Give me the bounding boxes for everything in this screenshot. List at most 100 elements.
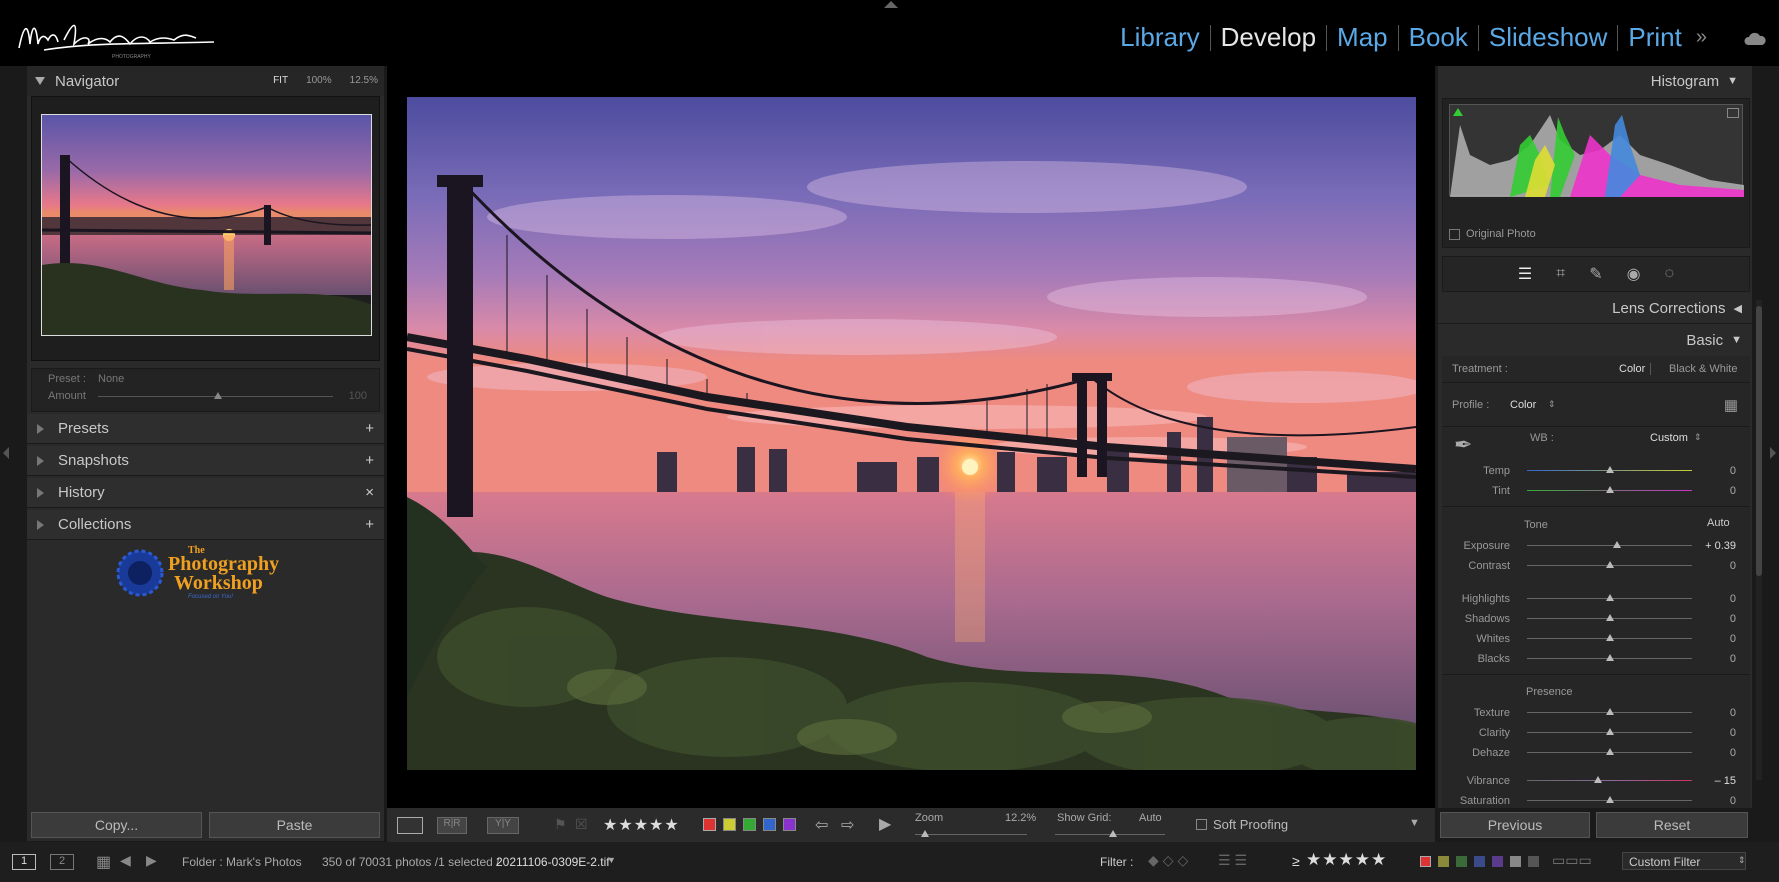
presets-section[interactable]: Presets + [27,414,384,444]
red-eye-icon[interactable]: ◉ [1627,264,1641,284]
window-2-button[interactable]: 2 [50,854,74,870]
basic-header[interactable]: Basic ▼ [1438,325,1752,355]
color-label-red[interactable] [703,818,716,831]
folder-source[interactable]: Folder : Mark's Photos [182,855,302,869]
color-label-green[interactable] [743,818,756,831]
treatment-color-option[interactable]: Color [1619,363,1645,375]
amount-slider-knob[interactable] [214,392,222,399]
play-slideshow-icon[interactable]: ▶ [879,814,891,834]
toolbar-options-chevron-icon[interactable]: ▼ [1409,817,1420,829]
scrollbar-thumb[interactable] [1756,306,1762,576]
more-modules-icon[interactable]: » [1692,26,1711,49]
masking-icon[interactable]: ◌ [1665,265,1675,283]
wb-dropdown[interactable]: Custom [1650,432,1688,444]
before-after-lr-icon[interactable]: R|R [437,817,467,834]
histogram-header[interactable]: Histogram ▼ [1438,66,1752,96]
crop-icon[interactable]: ⌗ [1556,265,1565,283]
file-kind-filter-icons[interactable]: ▭▭▭ [1552,852,1592,869]
zoom-slider-knob[interactable] [921,830,929,837]
wb-eyedropper-icon[interactable]: ✒ [1454,432,1472,458]
collapse-left-arrow[interactable] [3,447,9,459]
snapshots-section[interactable]: Snapshots + [27,446,384,476]
module-book[interactable]: Book [1399,22,1478,53]
temp-slider[interactable]: Temp 0 [1442,463,1750,479]
lens-corrections-header[interactable]: Lens Corrections ◀ [1438,294,1752,324]
next-photo-icon[interactable]: ⇨ [841,815,854,835]
filter-color-purple[interactable] [1492,856,1503,867]
back-arrow-icon[interactable]: ◀ [120,852,131,869]
edited-filter-icons[interactable]: ☰ ☰ [1218,852,1247,869]
module-print[interactable]: Print [1618,22,1691,53]
paste-settings-button[interactable]: Paste [209,812,380,838]
sliders-edit-icon[interactable]: ☰ [1518,264,1532,284]
zoom-100[interactable]: 100% [306,75,332,86]
collections-section[interactable]: Collections + [27,510,384,540]
texture-slider[interactable]: Texture 0 [1442,705,1750,721]
flag-reject-icon[interactable]: ☒ [575,816,588,833]
healing-icon[interactable]: ✎ [1589,264,1602,284]
tint-slider[interactable]: Tint 0 [1442,483,1750,499]
clarity-slider[interactable]: Clarity 0 [1442,725,1750,741]
copy-settings-button[interactable]: Copy... [31,812,202,838]
profile-dropdown[interactable]: Color [1510,399,1536,411]
treatment-bw-option[interactable]: Black & White [1669,363,1737,375]
zoom-fit[interactable]: FIT [273,75,288,86]
rating-filter-stars[interactable]: ★★★★★ [1306,850,1387,870]
filter-color-green[interactable] [1456,856,1467,867]
star-rating[interactable]: ★★★★★ [603,815,680,835]
grid-view-icon[interactable]: ▦ [96,852,111,872]
saturation-slider[interactable]: Saturation 0 [1442,793,1750,808]
cloud-sync-icon[interactable] [1743,30,1767,48]
flag-filter-icons[interactable]: ◆◇◇ [1148,852,1192,869]
shadow-clipping-icon[interactable] [1453,108,1463,116]
blacks-slider[interactable]: Blacks 0 [1442,651,1750,667]
before-after-tb-icon[interactable]: Y|Y [487,817,519,834]
filter-color-custom[interactable] [1510,856,1521,867]
add-snapshot-icon[interactable]: + [365,452,374,469]
highlight-clipping-icon[interactable] [1727,108,1739,118]
filter-color-yellow[interactable] [1438,856,1449,867]
show-grid-value[interactable]: Auto [1139,812,1162,824]
loupe-view-icon[interactable] [397,817,423,834]
main-photo[interactable] [407,97,1416,770]
dehaze-slider[interactable]: Dehaze 0 [1442,745,1750,761]
clear-history-icon[interactable]: × [365,484,374,501]
soft-proofing-checkbox[interactable] [1196,819,1207,830]
exposure-slider[interactable]: Exposure + 0.39 [1442,538,1750,554]
module-slideshow[interactable]: Slideshow [1479,22,1618,53]
zoom-slider-track[interactable] [915,834,1027,835]
add-collection-icon[interactable]: + [365,516,374,533]
collapse-top-arrow[interactable] [884,1,898,8]
grid-slider-knob[interactable] [1109,830,1117,837]
window-1-button[interactable]: 1 [12,854,36,870]
forward-arrow-icon[interactable]: ▶ [146,852,157,869]
shadows-slider[interactable]: Shadows 0 [1442,611,1750,627]
filter-color-none[interactable] [1528,856,1539,867]
whites-slider[interactable]: Whites 0 [1442,631,1750,647]
color-label-yellow[interactable] [723,818,736,831]
reset-button[interactable]: Reset [1596,812,1748,838]
color-label-purple[interactable] [783,818,796,831]
history-section[interactable]: History × [27,478,384,508]
navigator-thumbnail[interactable] [41,114,372,336]
rating-operator[interactable]: ≥ [1292,853,1300,869]
filename-dropdown-icon[interactable]: ▼ [607,855,616,865]
module-develop[interactable]: Develop [1211,22,1326,53]
contrast-slider[interactable]: Contrast 0 [1442,558,1750,574]
filename[interactable]: 20211106-0309E-2.tif [496,855,610,869]
original-photo-checkbox[interactable] [1449,228,1460,240]
original-photo-toggle[interactable]: Original Photo [1449,228,1536,240]
collapse-right-arrow[interactable] [1770,447,1776,459]
module-library[interactable]: Library [1110,22,1209,53]
previous-settings-button[interactable]: Previous [1440,812,1590,838]
histogram-graph[interactable] [1449,104,1744,197]
previous-photo-icon[interactable]: ⇦ [815,815,828,835]
vibrance-slider[interactable]: Vibrance – 15 [1442,773,1750,789]
zoom-custom[interactable]: 12.5% [350,75,378,86]
filter-color-red[interactable] [1420,856,1431,867]
custom-filter-dropdown[interactable]: Custom Filter [1622,852,1746,870]
color-label-blue[interactable] [763,818,776,831]
add-preset-icon[interactable]: + [365,420,374,437]
module-map[interactable]: Map [1327,22,1398,53]
right-panel-scrollbar[interactable] [1756,300,1762,780]
